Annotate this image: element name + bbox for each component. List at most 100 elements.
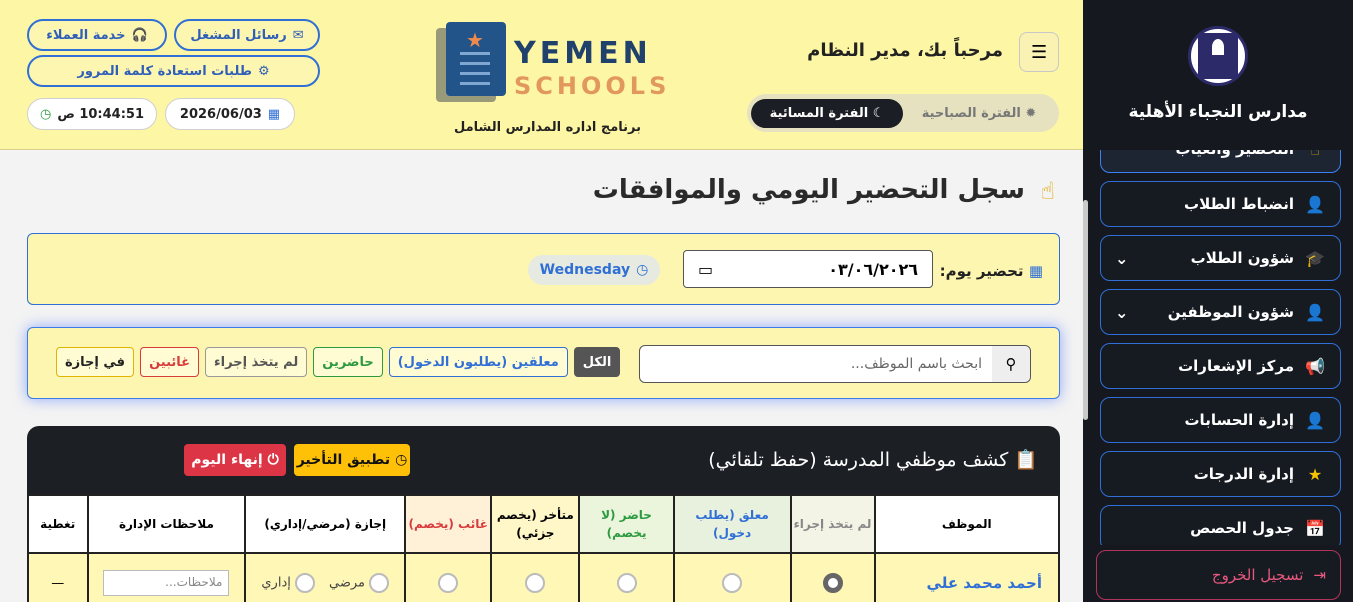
leave-sick-option[interactable]: مرضي (329, 573, 390, 593)
school-logo (1188, 26, 1248, 86)
period-toggle: ✹ الفترة الصباحية ☾ الفترة المسائية (747, 94, 1059, 132)
program-subtitle: برنامج اداره المدارس الشامل (454, 120, 642, 135)
fingerprint-icon: ☝ (1040, 177, 1055, 205)
envelope-icon: ✉ (292, 27, 304, 43)
col-no-action: لم يتخذ إجراء (789, 494, 876, 554)
cell-notes: ملاحظات... (86, 552, 247, 602)
password-requests-button[interactable]: ⚙ طلبات استعادة كلمة المرور (27, 55, 320, 87)
col-pending: معلق (يطلب دخول) (672, 494, 792, 554)
col-leave: إجازة (مرضي/إداري) (244, 494, 407, 554)
calendar-picker-icon[interactable]: ▭ (698, 260, 713, 279)
period-evening-button[interactable]: ☾ الفترة المسائية (751, 98, 903, 128)
logout-button[interactable]: ⇥ تسجيل الخروج (1096, 550, 1341, 600)
date-input[interactable]: ▭ ٠٣/٠٦/٢٠٢٦ (683, 250, 933, 288)
radio-no-action[interactable] (822, 573, 843, 593)
school-name: مدارس النجباء الأهلية (1128, 102, 1308, 122)
filter-present[interactable]: حاضرين (313, 347, 383, 377)
user-tie-icon: 👤 (1305, 302, 1325, 322)
sidebar-item-grades[interactable]: ★ إدارة الدرجات (1100, 451, 1341, 497)
table-header-row: الموظف لم يتخذ إجراء معلق (يطلب دخول) حا… (27, 494, 1060, 554)
col-notes: ملاحظات الإدارة (86, 494, 247, 554)
radio-absent[interactable] (438, 573, 459, 593)
sidebar-item-student-discipline[interactable]: 👤 انضباط الطلاب (1100, 181, 1341, 227)
radio-leave-admin[interactable] (294, 573, 315, 593)
table-title: 📋 كشف موظفي المدرسة (حفظ تلقائي) (708, 449, 1038, 471)
col-present: حاضر (لا يخصم) (578, 494, 675, 554)
logo-text-schools: SCHOOLS (514, 72, 671, 100)
staff-attendance-table: الموظف لم يتخذ إجراء معلق (يطلب دخول) حا… (27, 494, 1060, 602)
operator-messages-button[interactable]: ✉ رسائل المشغل (174, 19, 320, 51)
radio-present[interactable] (616, 573, 637, 593)
star-icon: ★ (466, 28, 484, 52)
filter-no-action[interactable]: لم يتخذ إجراء (205, 347, 308, 377)
sidebar-menu: ☝ التحضير والغياب 👤 انضباط الطلاب 🎓 شؤون… (1100, 150, 1341, 545)
search-input[interactable]: ابحث باسم الموظف... (640, 356, 992, 372)
graduate-icon: 🎓 (1305, 248, 1325, 268)
logo-text-yemen: YEMEN (514, 36, 652, 71)
clock-display: 10:44:51 ص ◷ (27, 98, 157, 130)
welcome-text: مرحباً بك، مدير النظام (807, 40, 1003, 61)
sidebar-item-notifications[interactable]: 📢 مركز الإشعارات (1100, 343, 1341, 389)
user-cog-icon: 👤 (1305, 410, 1325, 430)
cell-no-action (789, 552, 876, 602)
user-clock-icon: 👤 (1305, 194, 1325, 214)
page-scrollbar[interactable] (1083, 200, 1088, 420)
radio-pending[interactable] (722, 573, 743, 593)
status-filter-chips: في إجازة غائبين لم يتخذ إجراء حاضرين معل… (56, 347, 621, 377)
clock-icon: ◷ (39, 106, 52, 122)
col-employee: الموظف (873, 494, 1060, 554)
col-absent: غائب (يخصم) (404, 494, 493, 554)
top-header: ☰ مرحباً بك، مدير النظام ✹ الفترة الصباح… (0, 0, 1083, 150)
menu-toggle-icon[interactable]: ☰ (1019, 32, 1059, 72)
sidebar-item-staff-affairs[interactable]: 👤 شؤون الموظفين ⌄ (1100, 289, 1341, 335)
star-icon: ★ (1307, 464, 1323, 484)
filter-all[interactable]: الكل (573, 347, 621, 377)
user-cog-icon: ⚙ (258, 63, 270, 79)
radio-late[interactable] (525, 573, 546, 593)
search-icon[interactable]: ⚲ (992, 346, 1030, 382)
moon-icon: ☾ (872, 105, 885, 121)
yemen-schools-logo: ★ (436, 22, 508, 102)
date-selector-card: ▦ تحضير يوم: ▭ ٠٣/٠٦/٢٠٢٦ Wednesday ◷ (27, 233, 1060, 305)
megaphone-icon: 📢 (1305, 356, 1325, 376)
sign-out-icon: ⇥ (1313, 566, 1326, 584)
filter-on-leave[interactable]: في إجازة (56, 347, 135, 377)
cell-coverage: — (27, 552, 89, 602)
sun-icon: ✹ (1025, 105, 1037, 121)
employee-search-field[interactable]: ⚲ ابحث باسم الموظف... (639, 345, 1031, 383)
date-display: ▦ 2026/06/03 (165, 98, 295, 130)
employee-name[interactable]: أحمد محمد علي (873, 552, 1060, 602)
staff-attendance-table-card: 📋 كشف موظفي المدرسة (حفظ تلقائي) ◷ تطبيق… (27, 426, 1060, 602)
power-icon: ⏻ (267, 452, 279, 468)
clock-icon: ◷ (395, 452, 408, 468)
col-coverage: تغطية (27, 494, 89, 554)
customer-service-button[interactable]: 🎧 خدمة العملاء (27, 19, 167, 51)
attendance-day-label: ▦ تحضير يوم: (939, 262, 1043, 280)
filter-pending[interactable]: معلقين (يطلبون الدخول) (388, 347, 568, 377)
clipboard-icon: 📋 (1014, 449, 1038, 471)
leave-admin-option[interactable]: إداري (261, 573, 315, 593)
sidebar-brand: مدارس النجباء الأهلية (1083, 0, 1353, 150)
filter-absent[interactable]: غائبين (140, 347, 200, 377)
end-day-button[interactable]: ⏻ إنهاء اليوم (184, 444, 286, 476)
headset-icon: 🎧 (131, 27, 148, 43)
radio-leave-sick[interactable] (369, 573, 390, 593)
cell-leave: مرضي إداري (244, 552, 407, 602)
period-morning-button[interactable]: ✹ الفترة الصباحية (903, 99, 1055, 128)
apply-delay-button[interactable]: ◷ تطبيق التأخير (294, 444, 410, 476)
cell-absent (404, 552, 493, 602)
notes-input[interactable]: ملاحظات... (103, 570, 230, 596)
day-name-badge: Wednesday ◷ (528, 255, 660, 285)
col-late: متأخر (يخصم جزئي) (490, 494, 581, 554)
main-content: ☝ سجل التحضير اليومي والموافقات ▦ تحضير … (0, 151, 1083, 602)
calendar-icon: ▦ (1028, 262, 1043, 280)
chevron-down-icon[interactable]: ⌄ (1115, 249, 1128, 268)
chevron-down-icon[interactable]: ⌄ (1115, 303, 1128, 322)
sidebar-item-student-affairs[interactable]: 🎓 شؤون الطلاب ⌄ (1100, 235, 1341, 281)
sidebar-item-timetable[interactable]: 📅 جدول الحصص (1100, 505, 1341, 545)
clock-icon: ◷ (636, 262, 649, 278)
sidebar-item-accounts[interactable]: 👤 إدارة الحسابات (1100, 397, 1341, 443)
table-row: أحمد محمد علي مرضي إداري ملاحظات... — (27, 552, 1060, 602)
calendar-icon: ▦ (267, 106, 281, 122)
calendar-icon: 📅 (1305, 518, 1325, 538)
